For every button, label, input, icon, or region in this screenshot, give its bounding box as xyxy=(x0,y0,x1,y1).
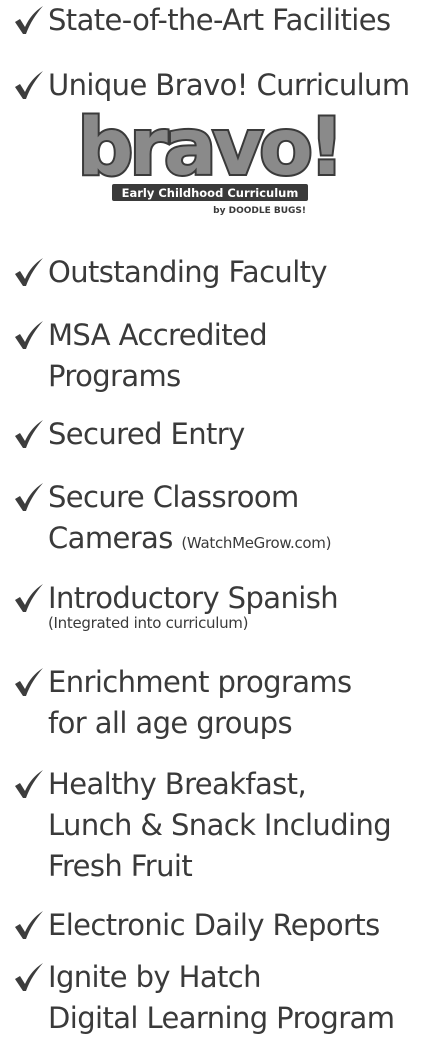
feature-line: Fresh Fruit xyxy=(48,849,193,883)
feature-item-spanish: Introductory Spanish (Integrated into cu… xyxy=(12,578,430,631)
check-mark-icon xyxy=(12,769,48,799)
feature-item-faculty: Outstanding Faculty xyxy=(12,252,430,293)
feature-note: (WatchMeGrow.com) xyxy=(181,534,332,552)
check-mark-icon xyxy=(12,583,48,613)
feature-text: State-of-the-Art Facilities xyxy=(48,3,391,37)
feature-text: Enrichment programs for all age groups xyxy=(48,662,352,744)
feature-item-enrichment: Enrichment programs for all age groups xyxy=(12,662,430,744)
feature-text: Introductory Spanish (Integrated into cu… xyxy=(48,578,339,632)
feature-line: Introductory Spanish xyxy=(48,581,339,615)
check-mark-icon xyxy=(12,5,48,35)
feature-line: Cameras xyxy=(48,521,173,555)
check-mark-icon xyxy=(12,910,48,940)
bravo-logo: bravo! Early Childhood Curriculum by DOO… xyxy=(70,108,348,218)
feature-line: Secure Classroom xyxy=(48,480,299,514)
feature-text: MSA Accredited Programs xyxy=(48,315,268,397)
feature-item-curriculum: Unique Bravo! Curriculum xyxy=(12,65,430,106)
feature-item-meals: Healthy Breakfast, Lunch & Snack Includi… xyxy=(12,764,430,887)
logo-banner-text: Early Childhood Curriculum xyxy=(122,186,299,200)
feature-line: MSA Accredited xyxy=(48,318,268,352)
feature-item-cameras: Secure Classroom Cameras (WatchMeGrow.co… xyxy=(12,477,430,564)
feature-text: Electronic Daily Reports xyxy=(48,908,380,942)
check-mark-icon xyxy=(12,320,48,350)
feature-item-accredited: MSA Accredited Programs xyxy=(12,315,430,397)
logo-byline: by DOODLE BUGS! xyxy=(213,206,306,216)
feature-note: (Integrated into curriculum) xyxy=(48,614,249,632)
feature-text: Secured Entry xyxy=(48,417,245,451)
feature-line: Enrichment programs xyxy=(48,665,352,699)
feature-text: Healthy Breakfast, Lunch & Snack Includi… xyxy=(48,764,392,887)
feature-line: Lunch & Snack Including xyxy=(48,808,392,842)
feature-line: Healthy Breakfast, xyxy=(48,767,307,801)
feature-line: Ignite by Hatch xyxy=(48,960,261,994)
check-mark-icon xyxy=(12,70,48,100)
feature-item-facilities: State-of-the-Art Facilities xyxy=(12,0,430,41)
feature-item-daily-reports: Electronic Daily Reports xyxy=(12,905,430,946)
feature-text: Secure Classroom Cameras (WatchMeGrow.co… xyxy=(48,477,331,564)
feature-text: Outstanding Faculty xyxy=(48,255,328,289)
feature-line: Digital Learning Program xyxy=(48,1001,395,1035)
feature-line: for all age groups xyxy=(48,706,293,740)
feature-text: Ignite by Hatch Digital Learning Program xyxy=(48,957,395,1039)
feature-line: Programs xyxy=(48,359,181,393)
logo-wordmark: bravo! xyxy=(78,108,341,193)
check-mark-icon xyxy=(12,257,48,287)
check-mark-icon xyxy=(12,962,48,992)
check-mark-icon xyxy=(12,667,48,697)
feature-text: Unique Bravo! Curriculum xyxy=(48,68,410,102)
check-mark-icon xyxy=(12,419,48,449)
check-mark-icon xyxy=(12,482,48,512)
feature-item-ignite: Ignite by Hatch Digital Learning Program xyxy=(12,957,430,1039)
feature-item-secured-entry: Secured Entry xyxy=(12,414,430,455)
